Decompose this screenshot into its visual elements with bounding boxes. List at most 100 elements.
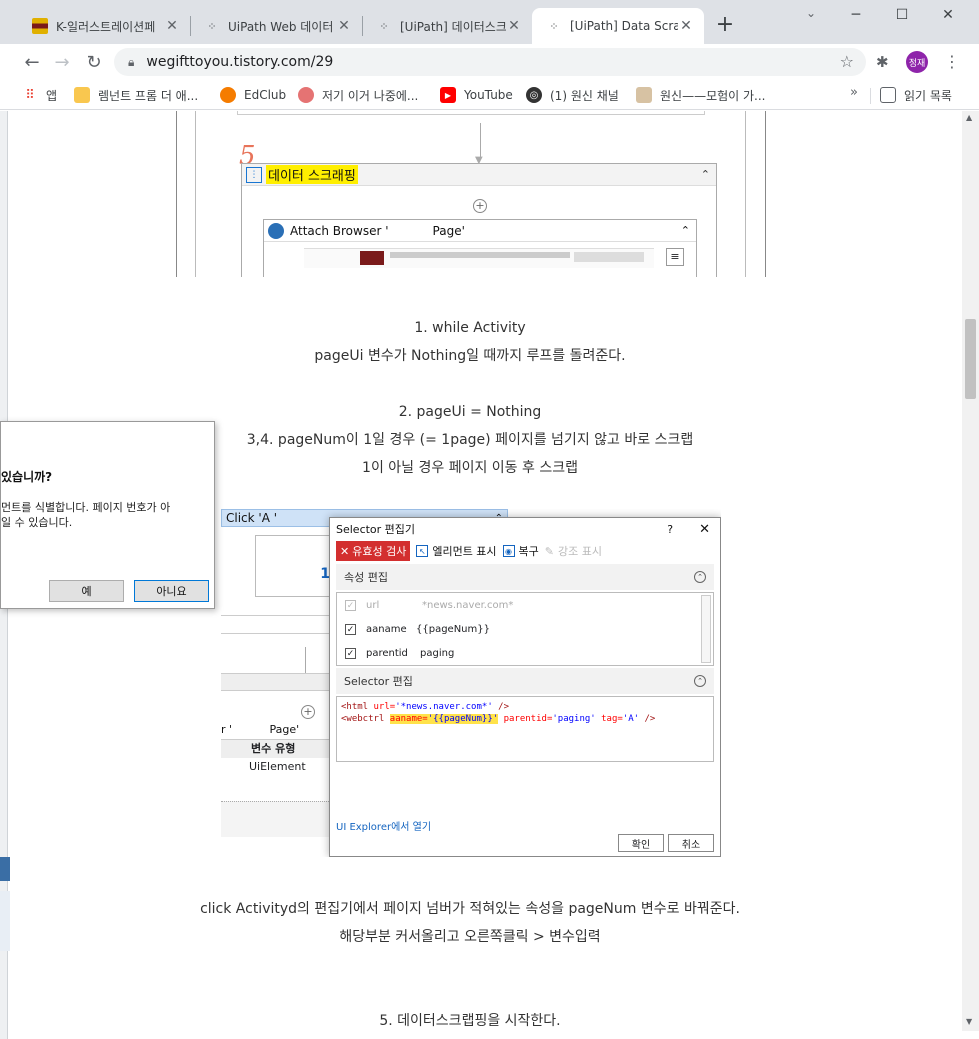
tab-strip: K-일러스트레이션페 ✕ ⁘ UiPath Web 데이터 ✕ ⁘ [UiPat…	[0, 0, 979, 44]
frame-line	[745, 111, 746, 277]
frame-line	[195, 111, 196, 277]
no-button[interactable]: 아니요	[134, 580, 209, 602]
var-type-value: UiElement	[249, 760, 306, 773]
restore-label: 복구	[518, 545, 539, 558]
bookmark-star-icon[interactable]: ☆	[840, 52, 854, 71]
ui-explorer-link: UI Explorer에서 열기	[336, 822, 432, 833]
attach-header: Attach Browser ' Page' ⌃	[264, 220, 696, 242]
thumbnail-image	[360, 251, 384, 265]
scroll-down-icon[interactable]: ▼	[966, 1017, 972, 1026]
text-line: 5. 데이터스크랩핑을 시작한다.	[379, 1013, 561, 1029]
reading-list-button[interactable]: 읽기 목록	[880, 85, 952, 105]
bookmark-youtube[interactable]: ▶ YouTube	[440, 85, 513, 105]
attr-value: paging	[420, 647, 455, 659]
collapse-circle-icon: ⌃	[694, 675, 706, 687]
bookmark-apps[interactable]: ⠿ 앱	[22, 85, 57, 105]
attach-title: Attach Browser '	[290, 223, 389, 238]
add-activity-icon: +	[301, 705, 315, 719]
checkbox-icon: ✓	[345, 599, 356, 611]
workflow-screenshot: ▼ 5 ⋮ 데이터 스크래핑 ⌃ + Attach Browser ' Page…	[176, 111, 766, 277]
bookmarks-overflow-button[interactable]: »	[850, 85, 858, 100]
extensions-puzzle-icon[interactable]: ✱	[876, 53, 889, 71]
attach-page: Page'	[432, 223, 465, 238]
tab-uipath-datascrap-ko[interactable]: ⁘ [UiPath] 데이터스크 ✕	[362, 8, 532, 44]
grey-band	[221, 673, 331, 691]
thumbnail-text	[390, 252, 570, 258]
attribute-list: ✓ url *news.naver.com* ✓ aaname {{pageNu…	[336, 592, 714, 666]
menu-kebab-icon[interactable]: ⋮	[944, 52, 960, 71]
close-tab-icon[interactable]: ✕	[164, 18, 180, 34]
code-token: 'A'	[622, 714, 640, 724]
bookmark-genshin-channel[interactable]: ◎ (1) 원신 채널	[526, 85, 619, 105]
bookmark-icon	[298, 87, 314, 103]
profile-avatar[interactable]: 정재	[906, 51, 928, 73]
yes-button[interactable]: 예	[49, 580, 124, 602]
code-token-highlight: aaname=	[389, 714, 428, 724]
help-icon: ?	[667, 522, 674, 536]
code-line-2: <webctrl aaname='{{pageNum}}' parentid='…	[341, 713, 709, 725]
highlight-label: 강조 표시	[558, 545, 602, 558]
validate-button: ✕ 유효성 검사	[336, 541, 411, 561]
maximize-button[interactable]: ☐	[879, 0, 925, 30]
tab-uipath-datascrap-active[interactable]: ⁘ [UiPath] Data Scrap ✕	[532, 8, 704, 44]
flow-arrow-line	[480, 123, 481, 159]
close-tab-icon[interactable]: ✕	[506, 18, 522, 34]
attr-name: url	[366, 599, 380, 611]
flag-favicon-icon	[32, 18, 48, 34]
back-arrow-icon[interactable]: ←	[20, 50, 44, 74]
tab-uipath-web[interactable]: ⁘ UiPath Web 데이터 ✕	[190, 8, 362, 44]
background-window-fragment	[0, 891, 10, 951]
paragraph-click-activity: click Activityd의 편집기에서 페이지 넘버가 적혀있는 속성을 …	[100, 895, 840, 951]
attr-section-title: 속성 편집	[344, 571, 388, 584]
tab-search-icon[interactable]: ⌄	[800, 6, 822, 20]
menu-hamburger-icon: ≡	[666, 248, 684, 266]
bookmark-remnant[interactable]: 렘넌트 프롬 더 애...	[74, 85, 198, 105]
youtube-icon: ▶	[440, 87, 456, 103]
new-tab-button[interactable]: +	[712, 12, 738, 38]
selector-section-header: Selector 편집 ⌃	[336, 668, 714, 694]
selector-title: Selector 편집기	[336, 523, 416, 536]
bookmark-genshin[interactable]: 원신——모험이 가...	[636, 85, 766, 105]
url-text: wegifttoyou.tistory.com/29	[146, 54, 334, 70]
click-preview-box: 1	[255, 535, 335, 597]
attr-section-header: 속성 편집 ⌃	[336, 564, 714, 590]
scroll-up-icon[interactable]: ▲	[966, 113, 972, 122]
dotted-panel	[221, 801, 331, 837]
bookmark-later[interactable]: 저기 이거 나중에...	[298, 85, 418, 105]
collapse-circle-icon: ⌃	[694, 571, 706, 583]
x-icon: ✕	[340, 544, 350, 558]
dialog-body: 먼트를 식별합니다. 페이지 번호가 아 일 수 있습니다.	[1, 500, 170, 530]
attr-name: parentid	[366, 647, 408, 659]
bookmarks-divider	[870, 88, 871, 104]
reload-icon[interactable]: ↻	[82, 50, 106, 74]
attach-header-fragment: r ' Page'	[221, 723, 331, 736]
address-bar[interactable]: 🔒︎ wegifttoyou.tistory.com/29 ☆	[114, 48, 866, 76]
highlight-button: ✎ 강조 표시	[545, 543, 602, 559]
close-tab-icon[interactable]: ✕	[678, 18, 694, 34]
minimize-button[interactable]: ─	[833, 0, 879, 30]
close-window-button[interactable]: ✕	[925, 0, 971, 30]
dialog-body-line: 먼트를 식별합니다. 페이지 번호가 아	[1, 501, 171, 514]
collapse-icon: ⌃	[700, 168, 710, 181]
target-icon: ◉	[502, 545, 515, 557]
checkbox-icon: ✓	[345, 623, 356, 635]
click-title: Click 'A '	[226, 511, 278, 525]
text-line: 1. while Activity	[414, 320, 526, 336]
bookmark-edclub[interactable]: EdClub	[220, 85, 286, 105]
code-token: '*news.naver.com*'	[395, 702, 493, 712]
attr-scrollbar	[701, 595, 711, 663]
close-tab-icon[interactable]: ✕	[336, 18, 352, 34]
selector-editor-dialog: Selector 편집기 ? ✕ ✕ 유효성 검사 ↖ 엘리먼트 표시 ◉ 복구	[329, 517, 721, 857]
selector-toolbar: ✕ 유효성 검사 ↖ 엘리먼트 표시 ◉ 복구 ✎ 강조 표시	[330, 540, 720, 562]
show-element-button: ↖ 엘리먼트 표시	[416, 543, 497, 559]
page-scrollbar[interactable]: ▲ ▼	[962, 111, 979, 1031]
forward-arrow-icon[interactable]: →	[50, 50, 74, 74]
tab-illustration[interactable]: K-일러스트레이션페 ✕	[18, 8, 190, 44]
lock-icon: 🔒︎	[128, 54, 135, 69]
channel-icon: ◎	[526, 87, 542, 103]
apps-grid-icon: ⠿	[25, 87, 35, 103]
close-icon: ✕	[699, 521, 710, 537]
scrollbar-thumb[interactable]	[965, 319, 976, 399]
header-page: Page'	[269, 723, 300, 736]
